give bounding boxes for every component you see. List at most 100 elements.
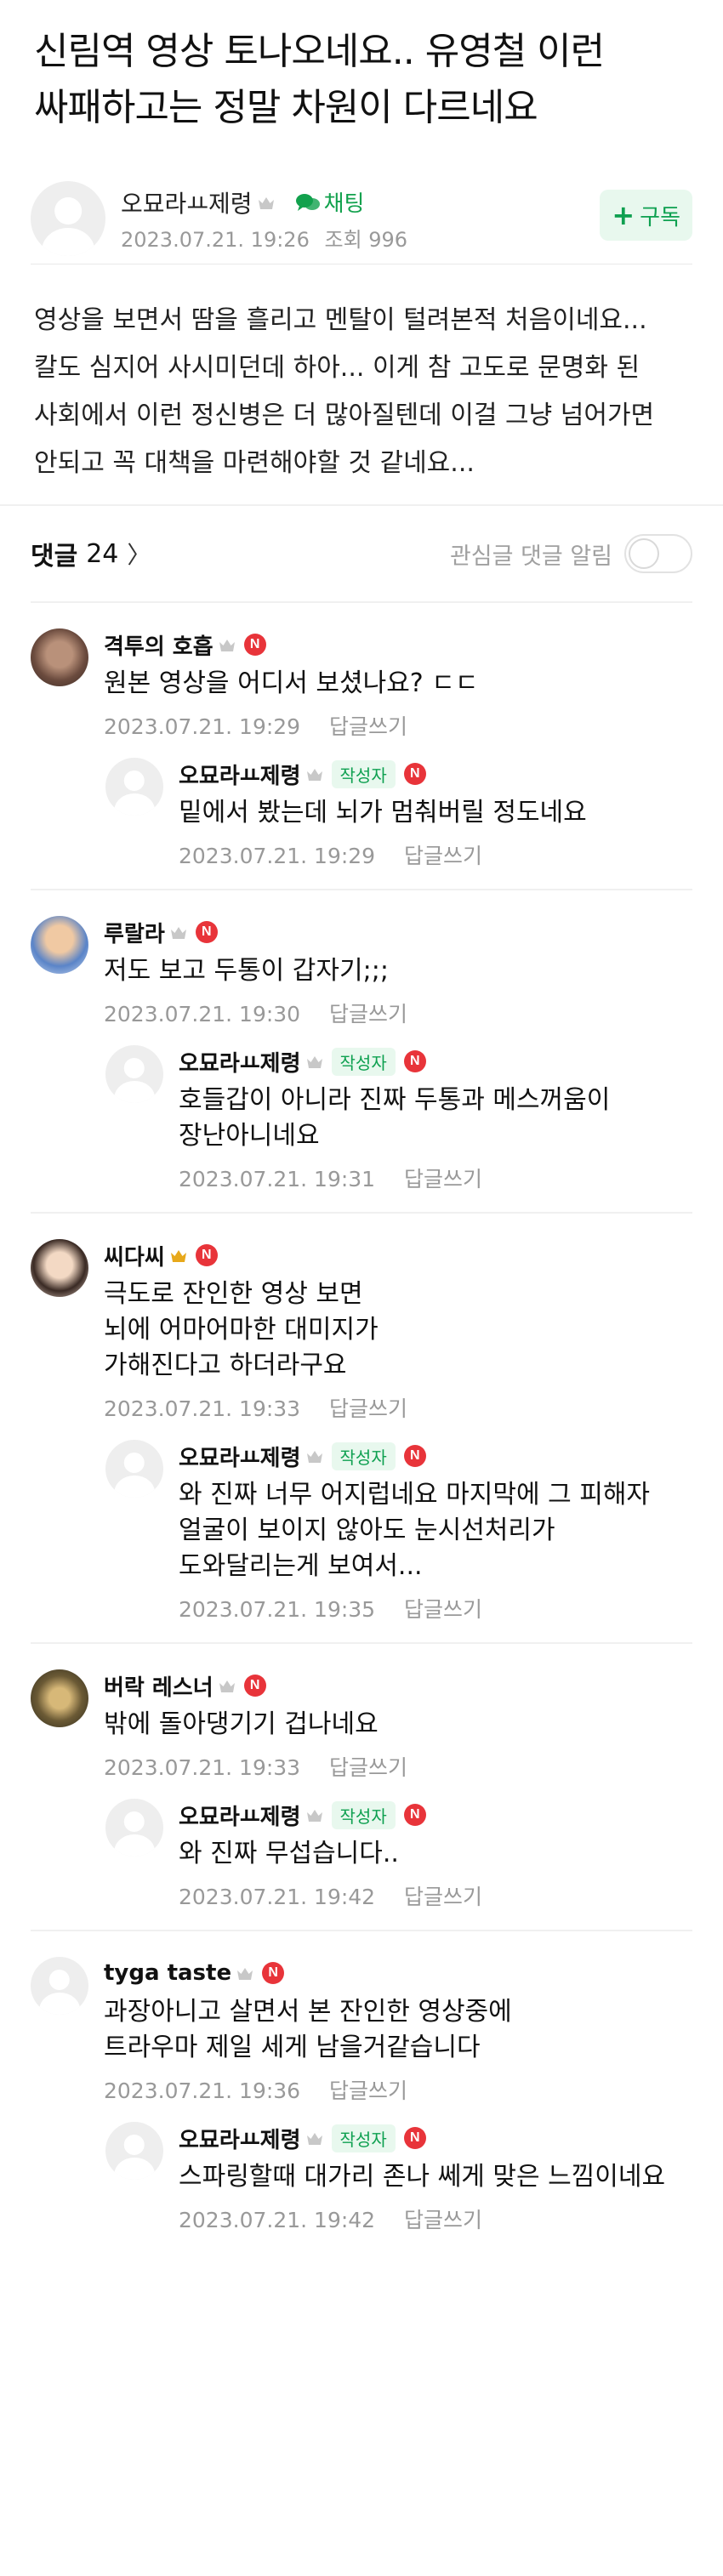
reply-button[interactable]: 답글쓰기 — [329, 2078, 407, 2103]
crown-icon — [306, 1055, 323, 1068]
crown-icon — [170, 926, 187, 939]
writer-avatar[interactable] — [105, 1440, 163, 1498]
reply-button[interactable]: 답글쓰기 — [404, 1597, 482, 1622]
commenter-name[interactable]: tyga taste — [104, 1960, 231, 1986]
subscribe-button[interactable]: + 구독 — [600, 190, 692, 241]
reply-button[interactable]: 답글쓰기 — [329, 1755, 407, 1780]
reply-button[interactable]: 답글쓰기 — [329, 1396, 407, 1421]
writer-badge: 작성자 — [331, 2124, 396, 2152]
commenter-avatar[interactable] — [31, 1669, 88, 1727]
comment-text: 저도 보고 두통이 갑자기;;; — [104, 956, 389, 986]
commenter-name[interactable]: 씨다씨 — [104, 1240, 165, 1271]
author-name[interactable]: 오묘라ㅛ제령 — [121, 185, 253, 219]
toggle-knob — [629, 538, 659, 569]
comment-text: 원본 영상을 어디서 보셨나요? ㄷㄷ — [104, 668, 479, 698]
reply-button[interactable]: 답글쓰기 — [329, 714, 407, 739]
reply-button[interactable]: 답글쓰기 — [329, 1002, 407, 1026]
comment-date: 2023.07.21. 19:33 — [104, 1755, 301, 1780]
post-meta: 2023.07.21. 19:26 조회 996 — [121, 223, 600, 253]
commenter-name[interactable]: 오묘라ㅛ제령 — [179, 1046, 301, 1078]
author-meta: 오묘라ㅛ제령 채팅 2023.07.21. 19:26 조회 996 — [121, 185, 600, 253]
reply-comment: 오묘라ㅛ제령 작성자 N 와 진짜 너무 어지럽네요 마지막에 그 피해자 얼굴… — [105, 1440, 692, 1624]
crown-icon — [219, 1680, 236, 1692]
comment-count-link[interactable]: 댓글 24 〉 — [31, 535, 151, 572]
author-row: 오묘라ㅛ제령 채팅 2023.07.21. 19:26 조회 996 + 구독 — [0, 136, 723, 264]
new-badge-icon: N — [403, 1804, 426, 1826]
reply-comment: 오묘라ㅛ제령 작성자 N 밑에서 봤는데 뇌가 멈춰버릴 정도네요 2023.0… — [105, 758, 692, 870]
comment-thread: 루랄라 N 저도 보고 두통이 갑자기;;; 2023.07.21. 19:30… — [31, 889, 692, 1212]
commenter-name[interactable]: 루랄라 — [104, 917, 165, 948]
comment-label: 댓글 — [31, 542, 78, 571]
writer-avatar[interactable] — [105, 1045, 163, 1103]
reply-button[interactable]: 답글쓰기 — [404, 1167, 482, 1191]
comment-date: 2023.07.21. 19:29 — [104, 714, 301, 739]
writer-avatar[interactable] — [105, 758, 163, 816]
comment-text: 스파링할때 대가리 존나 쎄게 맞은 느낌이네요 — [179, 2162, 666, 2192]
new-badge-icon: N — [195, 1244, 218, 1266]
post-page: 신림역 영상 토나오네요.. 유영철 이런 싸패하고는 정말 차원이 다르네요 … — [0, 0, 723, 2253]
commenter-name[interactable]: 오묘라ㅛ제령 — [179, 759, 301, 790]
new-badge-icon: N — [195, 921, 218, 943]
notify-label: 관심글 댓글 알림 — [449, 543, 612, 570]
comment-date: 2023.07.21. 19:29 — [179, 844, 376, 868]
commenter-avatar[interactable] — [31, 1957, 88, 2015]
comment-text: 호들갑이 아니라 진짜 두통과 메스꺼움이 장난아니네요 — [179, 1085, 611, 1151]
comment-text: 밑에서 봤는데 뇌가 멈춰버릴 정도네요 — [179, 798, 587, 827]
writer-badge: 작성자 — [331, 1442, 396, 1470]
comment-text: 와 진짜 너무 어지럽네요 마지막에 그 피해자 얼굴이 보이지 않아도 눈시선… — [179, 1480, 651, 1581]
chat-icon — [295, 193, 320, 211]
commenter-name[interactable]: 오묘라ㅛ제령 — [179, 2123, 301, 2154]
writer-badge: 작성자 — [331, 759, 396, 788]
comment-date: 2023.07.21. 19:30 — [104, 1002, 301, 1026]
new-badge-icon: N — [403, 1050, 426, 1072]
comment-thread: 격투의 호흡 N 원본 영상을 어디서 보셨나요? ㄷㄷ 2023.07.21.… — [31, 601, 692, 889]
avatar-head — [54, 197, 82, 225]
notify-toggle[interactable] — [624, 534, 692, 573]
chevron-right-icon: 〉 — [127, 541, 151, 569]
crown-icon — [258, 196, 275, 209]
chat-link[interactable]: 채팅 — [295, 186, 365, 218]
comment: tyga taste N 과장아니고 살면서 본 잔인한 영상중에 트라우마 제… — [31, 1957, 692, 2105]
crown-icon — [306, 1450, 323, 1463]
comment-text: 밖에 돌아댕기기 겁나네요 — [104, 1709, 379, 1739]
comment-date: 2023.07.21. 19:33 — [104, 1396, 301, 1421]
commenter-name[interactable]: 격투의 호흡 — [104, 629, 213, 661]
commenter-avatar[interactable] — [31, 1239, 88, 1297]
writer-avatar[interactable] — [105, 1799, 163, 1857]
commenter-name[interactable]: 버락 레스너 — [104, 1670, 213, 1702]
gold-crown-icon — [170, 1249, 187, 1262]
comment-text: 극도로 잔인한 영상 보면 뇌에 어마어마한 대미지가 가해진다고 하더라구요 — [104, 1279, 379, 1380]
commenter-name[interactable]: 오묘라ㅛ제령 — [179, 1800, 301, 1831]
new-badge-icon: N — [403, 1445, 426, 1467]
reply-comment: 오묘라ㅛ제령 작성자 N 스파링할때 대가리 존나 쎄게 맞은 느낌이네요 20… — [105, 2122, 692, 2234]
reply-button[interactable]: 답글쓰기 — [404, 1885, 482, 1909]
reply-button[interactable]: 답글쓰기 — [404, 844, 482, 868]
comment-notify: 관심글 댓글 알림 — [450, 534, 692, 573]
post-title: 신림역 영상 토나오네요.. 유영철 이런 싸패하고는 정말 차원이 다르네요 — [34, 30, 605, 129]
writer-avatar[interactable] — [105, 2122, 163, 2180]
crown-icon — [306, 768, 323, 781]
subscribe-label: 구독 — [640, 204, 680, 230]
avatar-shoulder — [42, 227, 94, 256]
crown-icon — [236, 1967, 253, 1980]
new-badge-icon: N — [243, 1675, 266, 1697]
comment-date: 2023.07.21. 19:35 — [179, 1597, 376, 1622]
chat-label: 채팅 — [323, 191, 365, 217]
commenter-avatar[interactable] — [31, 628, 88, 686]
commenter-avatar[interactable] — [31, 916, 88, 974]
plus-icon: + — [612, 199, 635, 231]
author-avatar[interactable] — [31, 181, 105, 256]
comment-thread: 씨다씨 N 극도로 잔인한 영상 보면 뇌에 어마어마한 대미지가 가해진다고 … — [31, 1212, 692, 1642]
comment-header: 댓글 24 〉 관심글 댓글 알림 — [0, 506, 723, 601]
comment-date: 2023.07.21. 19:31 — [179, 1167, 376, 1191]
reply-comment: 오묘라ㅛ제령 작성자 N 호들갑이 아니라 진짜 두통과 메스꺼움이 장난아니네… — [105, 1045, 692, 1193]
commenter-name[interactable]: 오묘라ㅛ제령 — [179, 1441, 301, 1472]
comment-thread: 버락 레스너 N 밖에 돌아댕기기 겁나네요 2023.07.21. 19:33… — [31, 1642, 692, 1930]
comment-count: 24 — [86, 538, 119, 569]
comment: 격투의 호흡 N 원본 영상을 어디서 보셨나요? ㄷㄷ 2023.07.21.… — [31, 628, 692, 741]
reply-button[interactable]: 답글쓰기 — [404, 2208, 482, 2232]
new-badge-icon: N — [403, 2127, 426, 2149]
writer-badge: 작성자 — [331, 1047, 396, 1076]
new-badge-icon: N — [243, 634, 266, 656]
comment: 버락 레스너 N 밖에 돌아댕기기 겁나네요 2023.07.21. 19:33… — [31, 1669, 692, 1782]
